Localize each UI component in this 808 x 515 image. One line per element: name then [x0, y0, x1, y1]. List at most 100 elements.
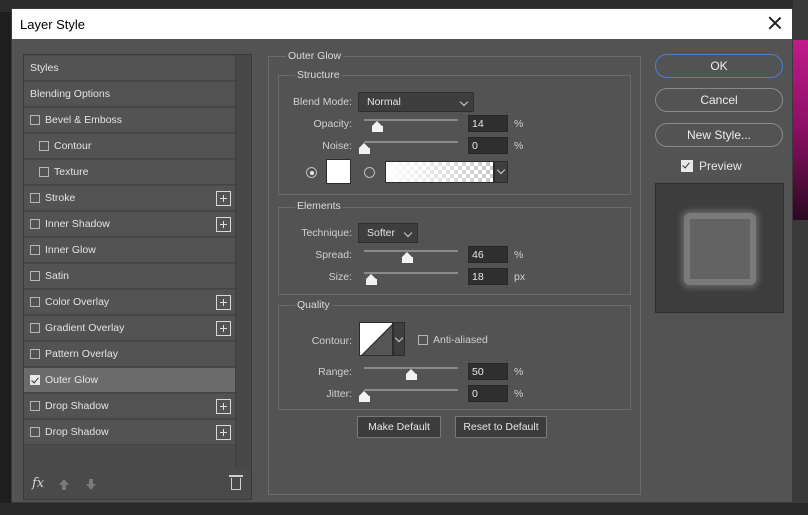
blend-mode-value: Normal	[367, 96, 401, 108]
size-slider-track[interactable]	[364, 272, 458, 274]
jitter-unit: %	[514, 388, 524, 400]
jitter-input[interactable]: 0	[468, 385, 508, 402]
style-checkbox[interactable]	[30, 193, 40, 203]
add-style-plus-icon[interactable]	[216, 191, 231, 206]
spread-input[interactable]: 46	[468, 246, 508, 263]
add-style-plus-icon[interactable]	[216, 425, 231, 440]
style-item-label: Gradient Overlay	[45, 322, 125, 334]
style-item-label: Contour	[54, 140, 92, 152]
opacity-input[interactable]: 14	[468, 115, 508, 132]
add-style-plus-icon[interactable]	[216, 399, 231, 414]
gradient-swatch[interactable]	[385, 161, 494, 183]
style-list-item[interactable]: Drop Shadow	[24, 394, 235, 419]
style-checkbox[interactable]	[30, 245, 40, 255]
preview-thumbnail	[655, 183, 784, 313]
style-checkbox[interactable]	[30, 375, 40, 385]
fx-icon[interactable]: fx	[32, 476, 44, 491]
preview-checkbox[interactable]	[681, 160, 693, 172]
style-list-item[interactable]: Texture	[24, 160, 235, 185]
style-list-item[interactable]: Pattern Overlay	[24, 342, 235, 367]
range-input[interactable]: 50	[468, 363, 508, 380]
blend-mode-label: Blend Mode:	[293, 96, 352, 108]
noise-unit: %	[514, 140, 524, 152]
move-down-icon[interactable]	[86, 479, 96, 491]
style-item-label: Stroke	[45, 192, 76, 204]
style-list-item[interactable]: Drop Shadow	[24, 420, 235, 445]
style-checkbox[interactable]	[30, 297, 40, 307]
opacity-unit: %	[514, 118, 524, 130]
style-item-label: Satin	[45, 270, 69, 282]
style-list-item[interactable]: Inner Shadow	[24, 212, 235, 237]
move-up-icon[interactable]	[59, 479, 69, 491]
glow-color-swatch[interactable]	[326, 159, 351, 184]
cancel-button[interactable]: Cancel	[655, 88, 783, 112]
style-item-label: Inner Glow	[45, 244, 96, 256]
spread-slider-thumb[interactable]	[402, 252, 414, 263]
style-checkbox[interactable]	[30, 323, 40, 333]
style-list-item[interactable]: Outer Glow	[24, 368, 235, 393]
add-style-plus-icon[interactable]	[216, 321, 231, 336]
style-list-item[interactable]: Bevel & Emboss	[24, 108, 235, 133]
style-list-item[interactable]: Contour	[24, 134, 235, 159]
dialog-title: Layer Style	[20, 17, 86, 32]
style-item-label: Styles	[30, 62, 59, 74]
style-list-item[interactable]: Blending Options	[24, 82, 235, 107]
contour-preview[interactable]	[359, 322, 393, 356]
new-style-button[interactable]: New Style...	[655, 123, 783, 147]
blend-mode-select[interactable]: Normal	[358, 92, 474, 112]
style-item-label: Blending Options	[30, 88, 110, 100]
jitter-slider-thumb[interactable]	[359, 391, 370, 402]
outer-glow-title: Outer Glow	[286, 50, 344, 62]
style-list-item[interactable]: Gradient Overlay	[24, 316, 235, 341]
contour-dropdown-chevron-icon[interactable]	[393, 322, 405, 356]
contour-curve-icon	[361, 324, 392, 355]
style-list-item[interactable]: Color Overlay	[24, 290, 235, 315]
add-style-plus-icon[interactable]	[216, 217, 231, 232]
size-unit: px	[514, 271, 526, 283]
style-item-label: Color Overlay	[45, 296, 110, 308]
style-checkbox[interactable]	[39, 141, 49, 151]
style-checkbox[interactable]	[30, 271, 40, 281]
reset-to-default-button[interactable]: Reset to Default	[455, 416, 547, 438]
quality-title: Quality	[295, 299, 332, 311]
jitter-slider-track[interactable]	[364, 389, 458, 391]
preview-toggle[interactable]: Preview	[681, 159, 742, 173]
style-checkbox[interactable]	[30, 219, 40, 229]
style-checkbox[interactable]	[30, 115, 40, 125]
styles-list-scrollbar[interactable]	[235, 55, 251, 469]
close-icon[interactable]	[766, 14, 784, 32]
style-item-label: Drop Shadow	[45, 400, 109, 412]
noise-slider-thumb[interactable]	[359, 143, 370, 154]
add-style-plus-icon[interactable]	[216, 295, 231, 310]
app-background-bottom	[0, 503, 808, 515]
technique-select[interactable]: Softer	[358, 223, 418, 243]
style-list-item[interactable]: Styles	[24, 56, 235, 81]
style-list-item[interactable]: Satin	[24, 264, 235, 289]
gradient-dropdown-chevron-icon[interactable]	[494, 161, 508, 183]
size-label: Size:	[328, 271, 352, 283]
style-item-label: Texture	[54, 166, 89, 178]
opacity-label: Opacity:	[313, 118, 352, 130]
solid-color-radio[interactable]	[306, 167, 317, 178]
opacity-slider-thumb[interactable]	[372, 121, 384, 132]
ok-button[interactable]: OK	[655, 54, 783, 78]
range-slider-thumb[interactable]	[406, 369, 417, 380]
style-list-item[interactable]: Stroke	[24, 186, 235, 211]
style-checkbox[interactable]	[39, 167, 49, 177]
size-input[interactable]: 18	[468, 268, 508, 285]
size-slider-thumb[interactable]	[365, 274, 377, 285]
layer-style-dialog: Layer Style Styles Blending Options Bevel …	[11, 8, 793, 503]
noise-input[interactable]: 0	[468, 137, 508, 154]
style-checkbox[interactable]	[30, 401, 40, 411]
anti-aliased-checkbox[interactable]	[418, 335, 428, 345]
style-checkbox[interactable]	[30, 349, 40, 359]
make-default-button[interactable]: Make Default	[357, 416, 441, 438]
style-checkbox[interactable]	[30, 427, 40, 437]
trash-icon[interactable]	[229, 475, 243, 490]
noise-slider-track[interactable]	[364, 141, 458, 143]
gradient-radio[interactable]	[364, 167, 375, 178]
chevron-down-icon	[403, 228, 413, 238]
app-color-swatch-background	[793, 40, 808, 220]
style-item-label: Inner Shadow	[45, 218, 110, 230]
style-list-item[interactable]: Inner Glow	[24, 238, 235, 263]
